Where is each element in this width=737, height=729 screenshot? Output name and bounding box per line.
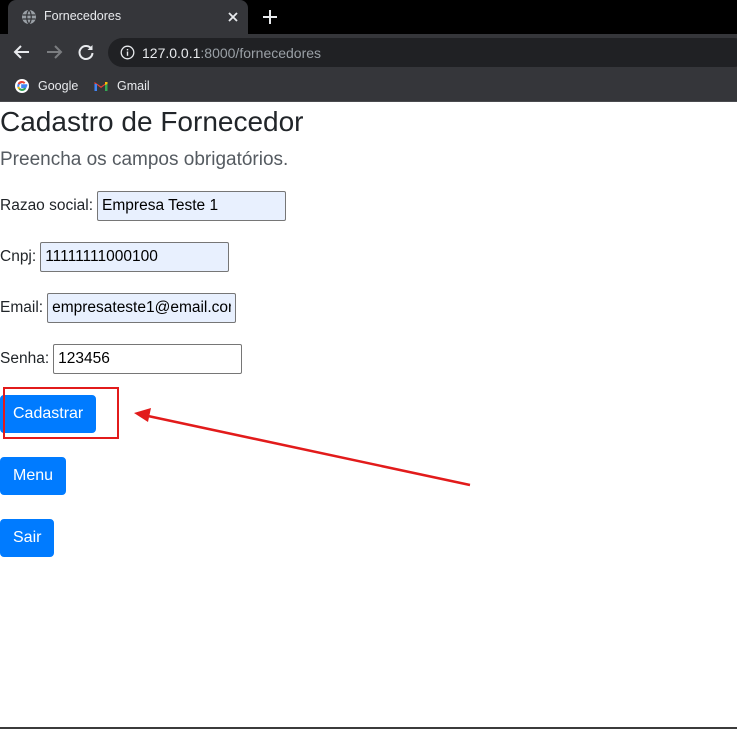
forward-arrow-icon[interactable] [44,42,64,62]
gmail-icon [93,78,109,94]
browser-toolbar: 127.0.0.1:8000/fornecedores [0,34,737,70]
bookmark-google[interactable]: Google [14,76,78,96]
bookmarks-bar: Google Gmail [0,70,737,102]
url-host: 127.0.0.1 [142,45,201,61]
reload-icon[interactable] [76,42,96,62]
info-icon[interactable] [120,45,135,60]
new-tab-icon[interactable] [259,6,281,28]
bookmark-label: Gmail [117,79,150,93]
bookmark-label: Google [38,79,79,93]
browser-tab[interactable]: Fornecedores [8,0,248,34]
url-path: :8000/fornecedores [200,45,322,61]
google-icon [14,78,30,94]
annotation-arrow-icon [134,408,471,487]
globe-icon [21,9,37,25]
address-bar[interactable]: 127.0.0.1:8000/fornecedores [108,38,737,67]
tab-strip: Fornecedores [0,0,737,34]
url-text: 127.0.0.1:8000/fornecedores [142,45,321,61]
tab-title: Fornecedores [44,9,122,23]
back-arrow-icon[interactable] [12,42,32,62]
bookmark-gmail[interactable]: Gmail [93,76,150,96]
page-content: Cadastro de Fornecedor Preencha os campo… [0,103,737,727]
close-icon[interactable] [225,9,241,25]
